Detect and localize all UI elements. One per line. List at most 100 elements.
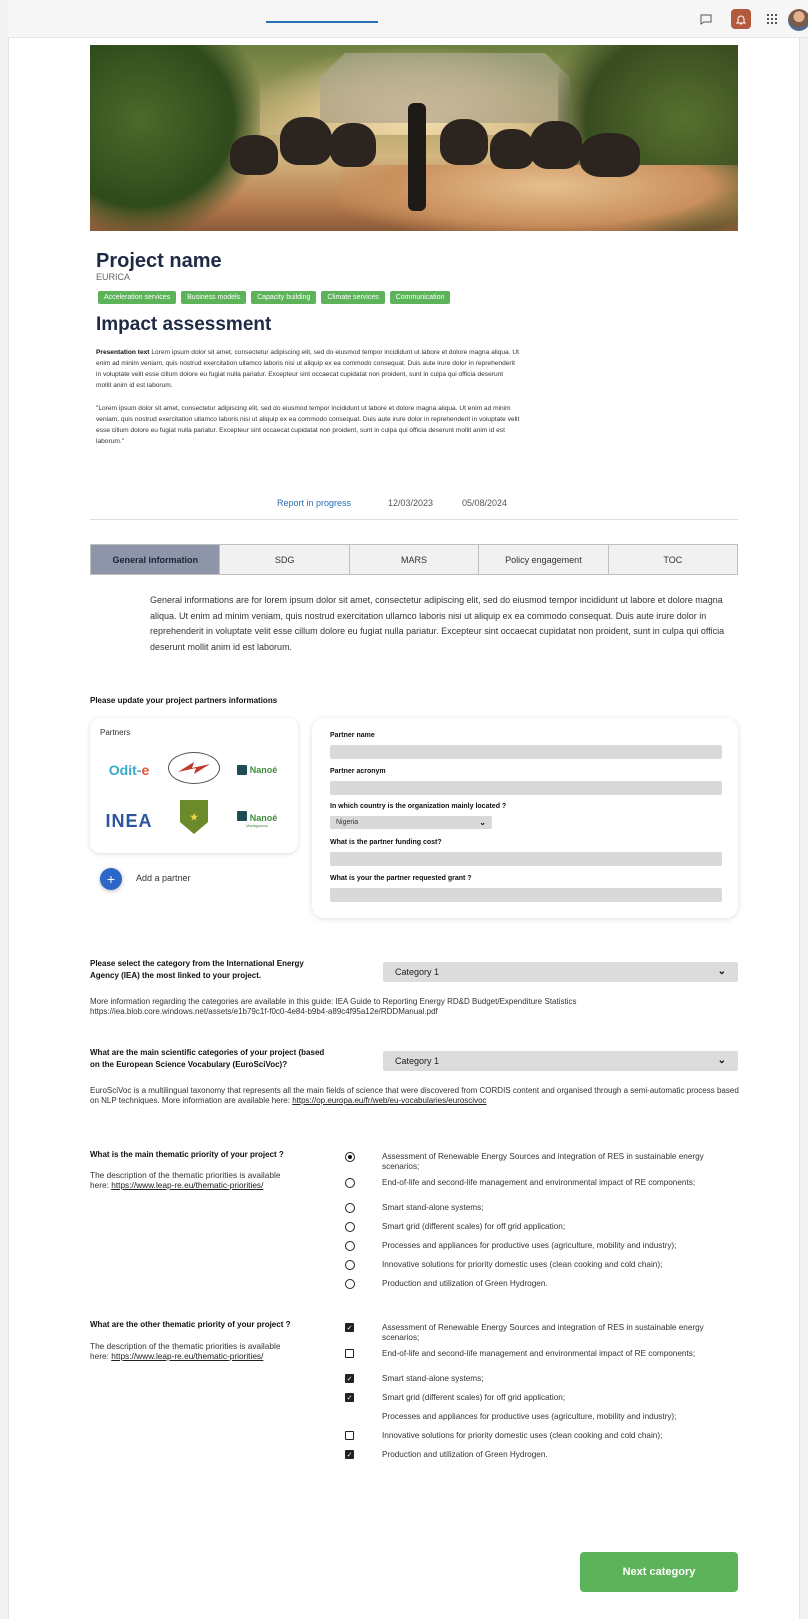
add-partner-button[interactable]: + (100, 868, 122, 890)
chat-icon[interactable] (696, 9, 716, 29)
next-category-button[interactable]: Next category (580, 1552, 738, 1592)
top-bar (8, 0, 808, 38)
other-thematic-link[interactable]: https://www.leap-re.eu/thematic-prioriti… (111, 1351, 263, 1361)
other-thematic-question: What are the other thematic priority of … (90, 1320, 291, 1329)
partner-logo-shield[interactable]: ★ (180, 800, 208, 834)
partner-logo-odit-e[interactable]: Odit - e (104, 758, 154, 782)
checkbox[interactable] (345, 1431, 354, 1440)
tab-report-in-progress[interactable]: Report in progress (277, 498, 351, 508)
euroscivoc-question: What are the main scientific categories … (90, 1048, 325, 1069)
iea-info-text: More information regarding the categorie… (90, 997, 577, 1016)
active-tab-indicator (266, 21, 378, 23)
chevron-down-icon: ⌄ (717, 966, 726, 977)
add-partner-label[interactable]: Add a partner (136, 873, 191, 883)
category-tabs: General information SDG MARS Policy enga… (90, 544, 738, 575)
general-information-text: General informations are for lorem ipsum… (150, 595, 725, 652)
checkbox-checked[interactable]: ✓ (345, 1323, 354, 1332)
partners-label: Partners (100, 728, 131, 737)
partners-card: Partners Odit - e Nanoé INEA ★ Nanoé Madag… (90, 718, 298, 853)
other-option-label: Processes and appliances for productive … (382, 1412, 677, 1421)
main-thematic-description: The description of the thematic prioriti… (90, 1170, 290, 1190)
partner-logo-nanoe-madagascar[interactable]: Nanoé Madagascar (230, 808, 284, 830)
radio[interactable] (345, 1241, 355, 1251)
partner-acronym-label: Partner acronym (330, 768, 386, 775)
tag-list: Acceleration services Business models Ca… (98, 291, 451, 304)
country-label: In which country is the organization mai… (330, 803, 507, 810)
other-option-label: End-of-life and second-life management a… (382, 1349, 696, 1358)
radio[interactable] (345, 1279, 355, 1289)
partner-acronym-input[interactable] (330, 781, 722, 795)
partner-form-card: Partner name Partner acronym In which co… (312, 718, 738, 918)
country-select[interactable]: Nigeria ⌄ (330, 816, 492, 829)
euroscivoc-link[interactable]: https://op.europa.eu/fr/web/eu-vocabular… (292, 1096, 486, 1105)
other-option-label: Assessment of Renewable Energy Sources a… (382, 1323, 704, 1342)
radio[interactable] (345, 1178, 355, 1188)
partner-name-input[interactable] (330, 745, 722, 759)
partner-logo-inea[interactable]: INEA (104, 808, 154, 834)
funding-cost-input[interactable] (330, 852, 722, 866)
partner-logo-nanoe[interactable]: Nanoé (230, 760, 284, 780)
requested-grant-input[interactable] (330, 888, 722, 902)
presentation-paragraph-1: Lorem ipsum dolor sit amet, consectetur … (96, 349, 519, 389)
odit-logo-e: e (141, 762, 150, 778)
tab-report-2024[interactable]: 05/08/2024 (462, 498, 507, 508)
presentation-text: Presentation text Lorem ipsum dolor sit … (96, 347, 520, 391)
requested-grant-label: What is your the partner requested grant… (330, 875, 472, 882)
radio[interactable] (345, 1203, 355, 1213)
chevron-down-icon: ⌄ (479, 818, 486, 827)
main-thematic-link[interactable]: https://www.leap-re.eu/thematic-prioriti… (111, 1180, 263, 1190)
impact-title: Impact assessment (96, 314, 272, 335)
avatar[interactable] (788, 9, 808, 31)
tab-report-2023[interactable]: 12/03/2023 (388, 498, 433, 508)
other-thematic-description: The description of the thematic prioriti… (90, 1341, 290, 1361)
main-option-label: Assessment of Renewable Energy Sources a… (382, 1152, 704, 1171)
main-option-label: Production and utilization of Green Hydr… (382, 1279, 548, 1288)
tab-toc[interactable]: TOC (608, 545, 738, 574)
chevron-down-icon: ⌄ (717, 1055, 726, 1066)
other-option-label: Smart stand-alone systems; (382, 1374, 484, 1383)
main-option-label: Processes and appliances for productive … (382, 1241, 677, 1250)
checkbox-checked[interactable]: ✓ (345, 1450, 354, 1459)
other-option-label: Production and utilization of Green Hydr… (382, 1450, 548, 1459)
iea-selected-value: Category 1 (395, 967, 440, 977)
radio[interactable] (345, 1222, 355, 1232)
tag-climate-services[interactable]: Climate services (321, 291, 385, 304)
funding-cost-label: What is the partner funding cost? (330, 839, 442, 846)
other-option-label: Smart grid (different scales) for off gr… (382, 1393, 566, 1402)
tab-general-information[interactable]: General information (91, 545, 221, 574)
country-selected-value: Nigeria (336, 819, 359, 826)
odit-logo-text: Odit (108, 762, 137, 778)
presentation-paragraph-2: "Lorem ipsum dolor sit amet, consectetur… (96, 405, 520, 445)
radio-selected[interactable] (345, 1152, 355, 1162)
tag-capacity-building[interactable]: Capacity building (251, 291, 317, 304)
presentation-label: Presentation text (96, 349, 150, 356)
iea-category-select[interactable]: Category 1 ⌄ (383, 962, 738, 982)
main-option-label: Innovative solutions for priority domest… (382, 1260, 663, 1269)
tag-business-models[interactable]: Business models (181, 291, 247, 304)
main-option-label: End-of-life and second-life management a… (382, 1178, 696, 1187)
report-tabs: Report in progress 12/03/2023 05/08/2024 (90, 498, 738, 520)
radio[interactable] (345, 1260, 355, 1270)
main-option-label: Smart grid (different scales) for off gr… (382, 1222, 566, 1231)
checkbox[interactable] (345, 1349, 354, 1358)
apps-grid-icon[interactable] (762, 9, 782, 29)
nanoe-logo-subtitle: Madagascar (245, 822, 268, 828)
partner-logo-oval[interactable] (168, 752, 220, 784)
nanoe-logo-text-2: Nanoé (249, 812, 278, 823)
other-option-label: Innovative solutions for priority domest… (382, 1431, 663, 1440)
nanoe-logo-text: Nanoé (249, 765, 278, 775)
checkbox-checked[interactable]: ✓ (345, 1374, 354, 1383)
tag-acceleration-services[interactable]: Acceleration services (98, 291, 177, 304)
euroscivoc-info-text: EuroSciVoc is a multilingual taxonomy th… (90, 1086, 740, 1105)
euroscivoc-category-select[interactable]: Category 1 ⌄ (383, 1051, 738, 1071)
project-title: Project name (96, 250, 222, 272)
bell-icon[interactable] (731, 9, 751, 29)
tab-mars[interactable]: MARS (349, 545, 480, 574)
tab-policy-engagement[interactable]: Policy engagement (479, 545, 609, 574)
iea-question: Please select the category from the Inte… (90, 959, 304, 980)
tag-communication[interactable]: Communication (389, 291, 451, 304)
partners-section-title: Please update your project partners info… (90, 696, 278, 705)
tab-sdg[interactable]: SDG (220, 545, 350, 574)
checkbox-checked[interactable]: ✓ (345, 1393, 354, 1402)
main-option-label: Smart stand-alone systems; (382, 1203, 484, 1212)
